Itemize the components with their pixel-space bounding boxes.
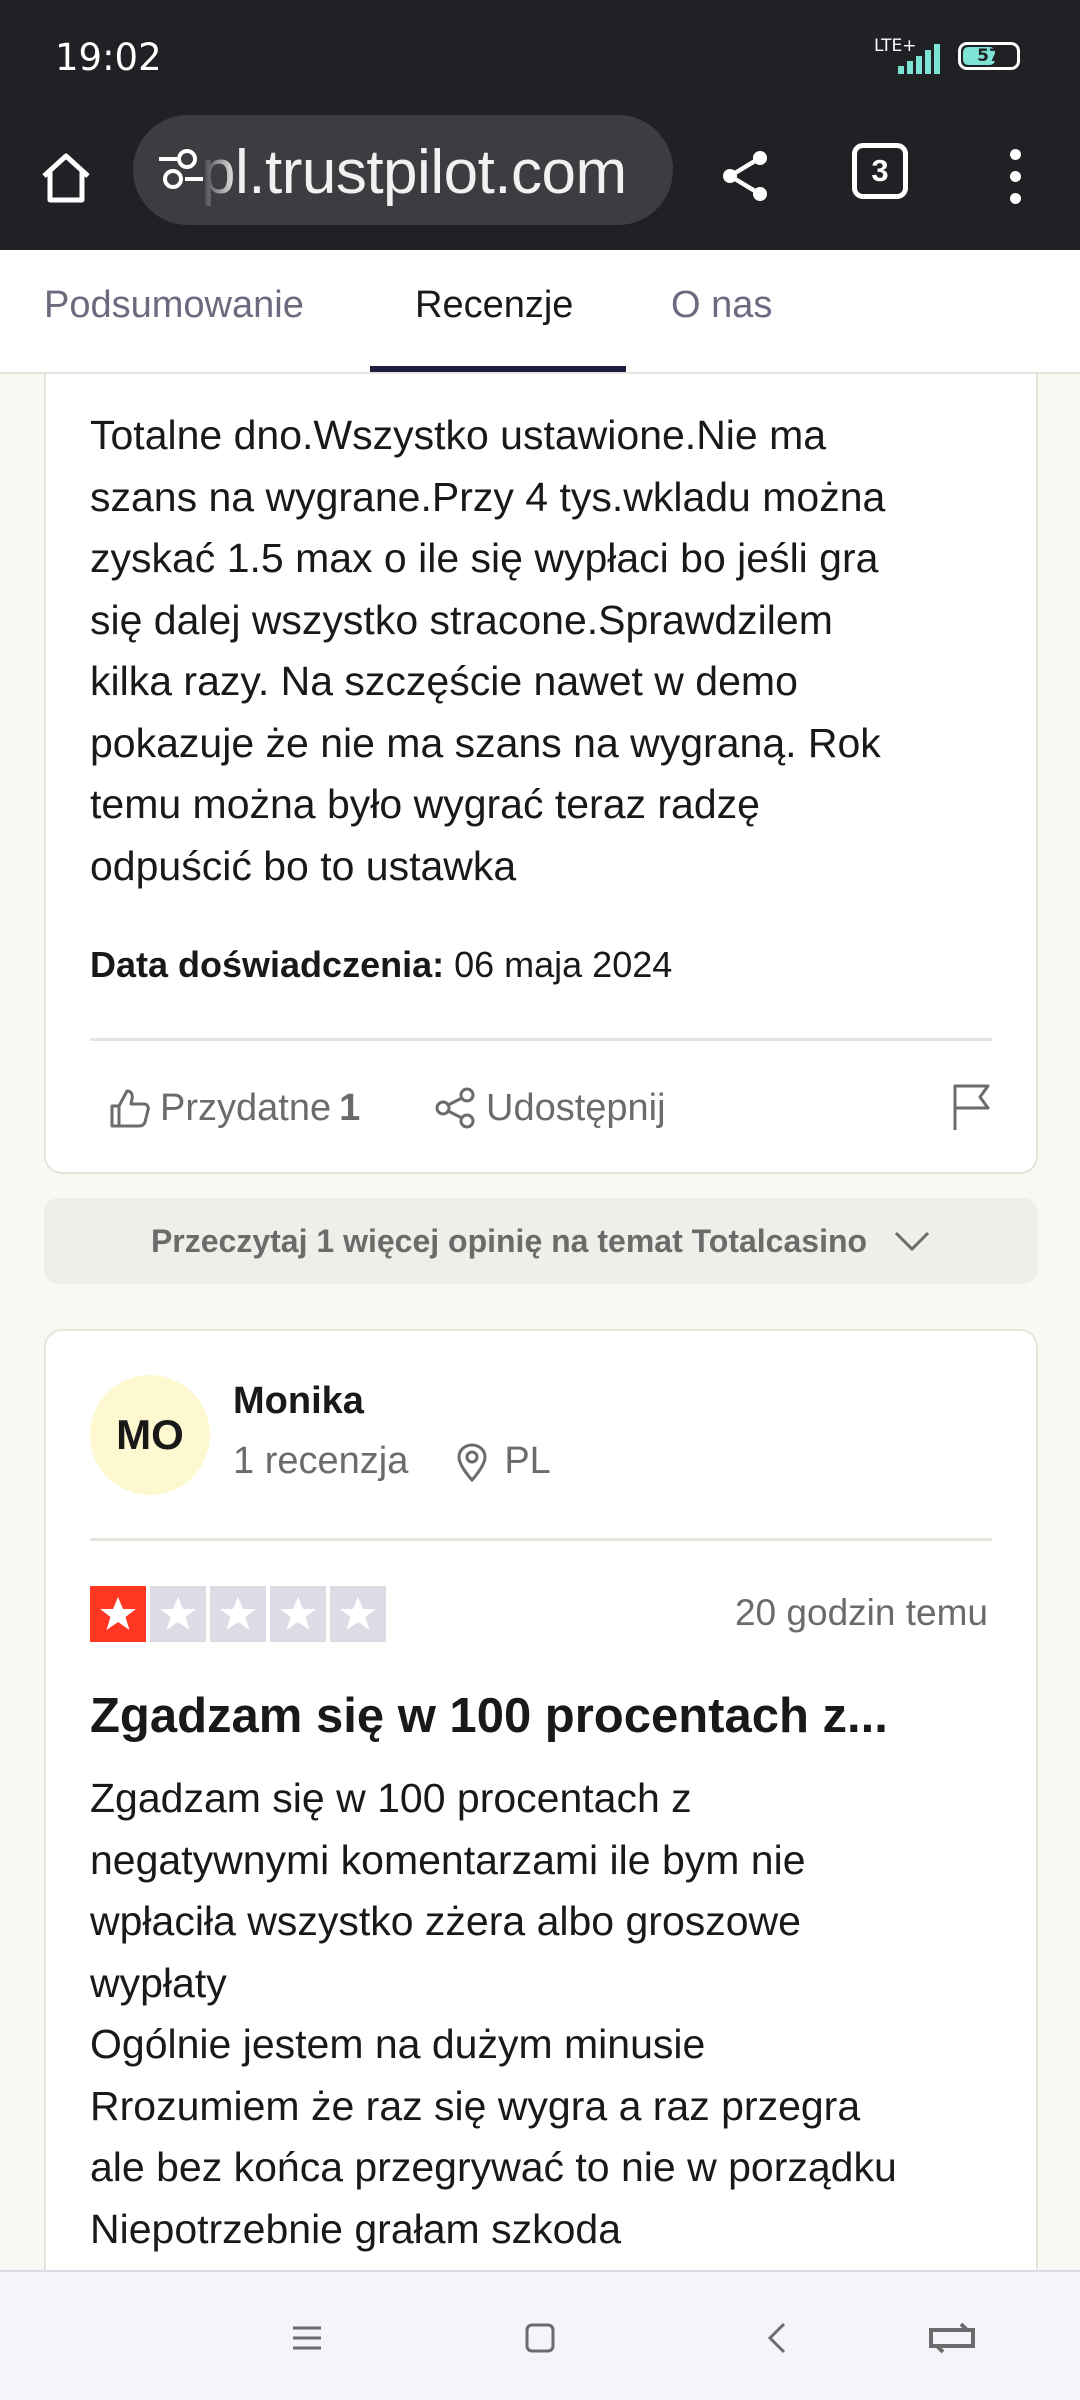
divider — [90, 1038, 992, 1041]
divider — [90, 1538, 992, 1541]
location-pin-icon — [457, 1442, 487, 1482]
status-time: 19:02 — [55, 36, 162, 79]
thumbs-up-icon — [110, 1089, 150, 1128]
page-tabs: Podsumowanie Recenzje O nas — [0, 250, 1080, 374]
back-icon — [767, 2322, 786, 2354]
star-empty — [330, 1586, 386, 1642]
tab-summary[interactable]: Podsumowanie — [44, 284, 304, 327]
status-bar: 19:02 LTE+ 57 — [0, 0, 1080, 115]
reviewer-country: PL — [504, 1440, 551, 1482]
star-empty — [150, 1586, 206, 1642]
url-text: pl.trustpilot.com — [201, 138, 627, 207]
more-reviews-label: Przeczytaj 1 więcej opinię na temat Tota… — [150, 1222, 868, 1259]
experience-label: Data doświadczenia: — [90, 944, 445, 985]
rotate-icon — [929, 2322, 975, 2354]
browser-toolbar: pl.trustpilot.com 3 — [0, 115, 1080, 250]
url-bar[interactable]: pl.trustpilot.com — [133, 115, 673, 225]
useful-count: 1 — [339, 1086, 361, 1129]
report-flag-icon[interactable] — [950, 1082, 994, 1132]
share-icon — [723, 151, 767, 201]
recents-menu-button[interactable] — [277, 2310, 337, 2366]
star-empty — [210, 1586, 266, 1642]
review-body: Zgadzam się w 100 procentach z negatywny… — [90, 1775, 897, 2252]
review-body: Totalne dno.Wszystko ustawione.Nie ma sz… — [90, 412, 886, 889]
star-filled — [90, 1586, 146, 1642]
useful-button[interactable]: Przydatne 1 — [108, 1080, 360, 1136]
experience-date: Data doświadczenia: 06 maja 2024 — [90, 944, 672, 986]
rotate-button[interactable] — [922, 2310, 982, 2366]
review-title[interactable]: Zgadzam się w 100 procentach z... — [90, 1688, 888, 1744]
experience-date-value: 06 maja 2024 — [454, 944, 673, 985]
tab-about[interactable]: O nas — [671, 284, 772, 327]
square-icon — [525, 2323, 555, 2353]
review-date: 20 godzin temu — [734, 1592, 988, 1633]
menu-icon — [293, 2326, 321, 2350]
star-empty — [270, 1586, 326, 1642]
home-icon — [42, 153, 90, 203]
back-nav-button[interactable] — [747, 2310, 807, 2366]
star-rating — [90, 1586, 386, 1642]
share-review-button[interactable]: Udostępnij — [434, 1080, 666, 1136]
battery-level: 57 — [977, 46, 1001, 66]
home-nav-button[interactable] — [510, 2310, 570, 2366]
chevron-down-icon — [894, 1231, 930, 1252]
more-menu-button[interactable] — [990, 140, 1040, 212]
review-count: 1 recenzja — [233, 1440, 409, 1482]
battery-icon: 57 — [958, 42, 1020, 70]
active-tab-indicator — [370, 366, 626, 372]
signal-icon: LTE+ — [874, 38, 944, 74]
reviewer-meta: 1 recenzja PL — [233, 1440, 551, 1483]
share-label: Udostępnij — [486, 1086, 666, 1129]
share-button[interactable] — [710, 140, 782, 212]
avatar[interactable]: MO — [90, 1375, 210, 1495]
home-button[interactable] — [30, 142, 102, 214]
system-nav-bar — [0, 2270, 1080, 2400]
tab-switcher-button[interactable]: 3 — [852, 143, 908, 199]
share-icon — [435, 1087, 475, 1129]
useful-label: Przydatne — [160, 1086, 332, 1129]
more-reviews-button[interactable]: Przeczytaj 1 więcej opinię na temat Tota… — [44, 1198, 1038, 1284]
site-settings-icon — [159, 149, 203, 189]
reviewer-name[interactable]: Monika — [233, 1380, 364, 1423]
tab-reviews[interactable]: Recenzje — [415, 284, 573, 327]
